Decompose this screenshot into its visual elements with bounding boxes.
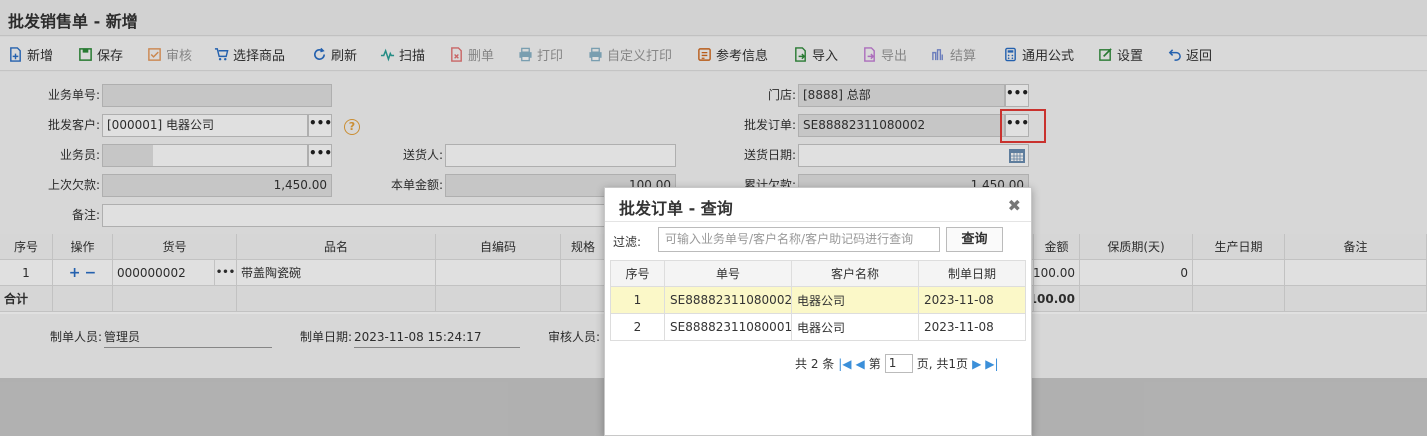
order-customer: 电器公司 (792, 287, 919, 314)
dcol-no: 单号 (665, 260, 792, 287)
order-customer: 电器公司 (792, 314, 919, 341)
first-page-icon[interactable]: |◀ (838, 357, 851, 371)
query-button[interactable]: 查询 (946, 227, 1003, 252)
filter-label: 过滤: (613, 235, 642, 249)
page-input[interactable]: 1 (884, 354, 913, 373)
order-list-header: 序号 单号 客户名称 制单日期 (610, 260, 1026, 287)
order-no: SE88882311080002 (665, 287, 792, 314)
dialog-titlebar: 批发订单 - 查询 ✖ (605, 188, 1031, 222)
dialog-title: 批发订单 - 查询 (619, 199, 733, 218)
order-date: 2023-11-08 (919, 314, 1026, 341)
dcol-customer: 客户名称 (792, 260, 919, 287)
order-seq: 1 (610, 287, 665, 314)
list-item[interactable]: 2 SE88882311080001 电器公司 2023-11-08 (610, 314, 1026, 341)
prev-page-icon[interactable]: ◀ (856, 357, 865, 371)
close-icon[interactable]: ✖ (1008, 196, 1021, 215)
pager-prefix: 第 (868, 357, 881, 371)
list-item[interactable]: 1 SE88882311080002 电器公司 2023-11-08 (610, 287, 1026, 314)
next-page-icon[interactable]: ▶ (972, 357, 981, 371)
order-date: 2023-11-08 (919, 287, 1026, 314)
last-page-icon[interactable]: ▶| (985, 357, 998, 371)
filter-input[interactable]: 可输入业务单号/客户名称/客户助记码进行查询 (658, 227, 940, 252)
dcol-date: 制单日期 (919, 260, 1026, 287)
pager: 共 2 条 |◀ ◀ 第 1 页, 共1页 ▶ ▶| (795, 354, 999, 373)
order-query-dialog: 批发订单 - 查询 ✖ 过滤: 可输入业务单号/客户名称/客户助记码进行查询 查… (604, 187, 1032, 436)
pager-total: 共 2 条 (795, 357, 835, 371)
pager-suffix: 页, 共1页 (916, 357, 969, 371)
order-seq: 2 (610, 314, 665, 341)
order-no: SE88882311080001 (665, 314, 792, 341)
dcol-seq: 序号 (610, 260, 665, 287)
